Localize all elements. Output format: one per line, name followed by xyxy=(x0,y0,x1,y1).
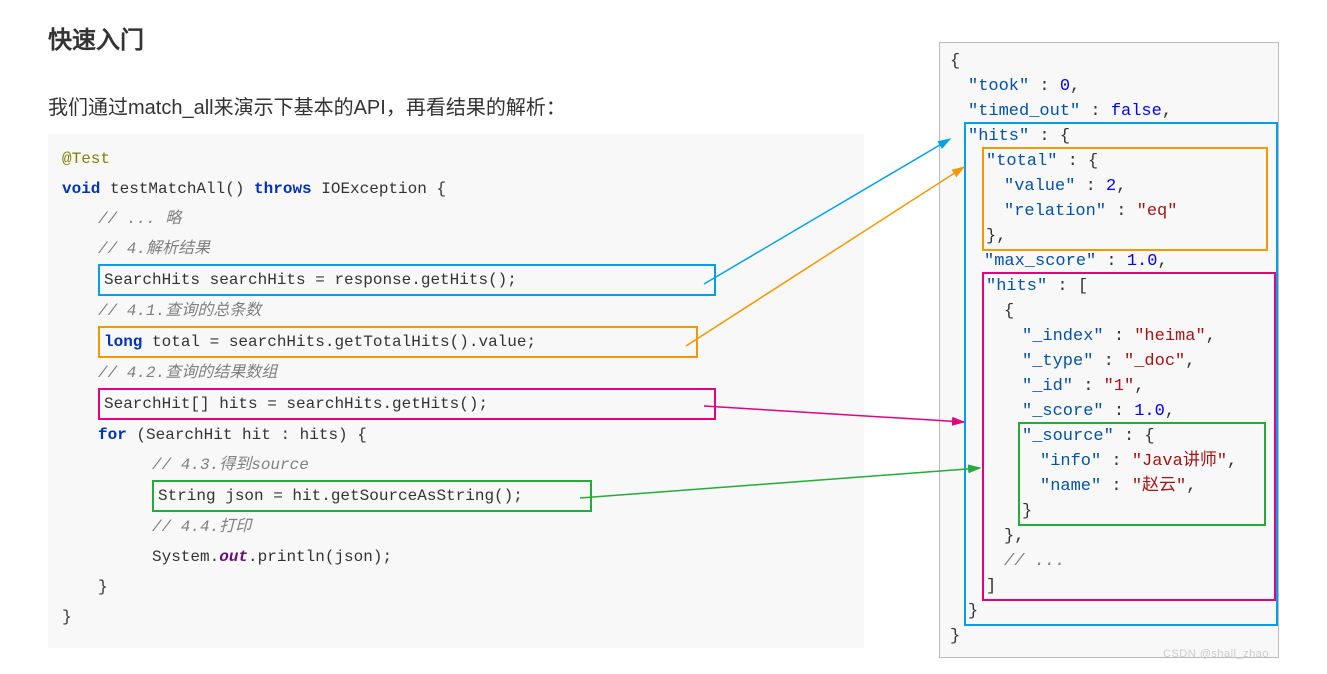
json-score-val: 1.0 xyxy=(1134,402,1165,421)
comment-42: // 4.2.查询的结果数组 xyxy=(98,364,277,382)
line-total: long total = searchHits.getTotalHits().v… xyxy=(98,326,698,358)
json-source-key: "_source" xyxy=(1022,427,1114,446)
rbrace-outer: } xyxy=(62,608,72,626)
comment-43: // 4.3.得到source xyxy=(152,456,309,474)
json-name-val: "赵云" xyxy=(1132,477,1186,496)
comment-44: // 4.4.打印 xyxy=(152,518,251,536)
method-ex: IOException { xyxy=(312,180,446,198)
kw-for: for xyxy=(98,426,127,444)
json-info-val: "Java讲师" xyxy=(1132,452,1227,471)
json-id-key: "_id" xyxy=(1022,377,1073,396)
json-index-key: "_index" xyxy=(1022,327,1104,346)
json-response-block: { "took" : 0, "timed_out" : false, "hits… xyxy=(939,42,1279,658)
line-getsource: String json = hit.getSourceAsString(); xyxy=(152,480,592,512)
annotation-test: @Test xyxy=(62,150,110,168)
json-ellipsis: // ... xyxy=(1004,552,1065,571)
json-index-val: "heima" xyxy=(1134,327,1205,346)
watermark: CSDN @shall_zhao xyxy=(1163,648,1269,660)
json-value-key: "value" xyxy=(1004,177,1075,196)
json-hits-box: "hits" : { "total" : { "value" : 2, "rel… xyxy=(964,122,1278,626)
json-took-key: "took" xyxy=(968,77,1029,96)
json-took-val: 0 xyxy=(1060,77,1070,96)
line-gethits: SearchHits searchHits = response.getHits… xyxy=(98,264,716,296)
comment-41: // 4.1.查询的总条数 xyxy=(98,302,261,320)
json-hitsarr-box: "hits" : [ { "_index" : "heima", "_type"… xyxy=(982,272,1276,601)
json-maxscore-key: "max_score" xyxy=(984,252,1096,271)
json-score-key: "_score" xyxy=(1022,402,1104,421)
diagram-container: @Test void testMatchAll() throws IOExcep… xyxy=(48,134,1279,654)
json-total-box: "total" : { "value" : 2, "relation" : "e… xyxy=(982,147,1268,251)
json-id-val: "1" xyxy=(1104,377,1135,396)
json-hitsarr-key: "hits" xyxy=(986,277,1047,296)
java-code-block: @Test void testMatchAll() throws IOExcep… xyxy=(48,134,864,648)
comment-4: // 4.解析结果 xyxy=(98,240,210,258)
json-type-key: "_type" xyxy=(1022,352,1093,371)
method-name: testMatchAll() xyxy=(100,180,254,198)
json-type-val: "_doc" xyxy=(1124,352,1185,371)
json-close: } xyxy=(950,627,960,646)
json-hits-key: "hits" xyxy=(968,127,1029,146)
json-source-box: "_source" : { "info" : "Java讲师", "name" … xyxy=(1018,422,1266,526)
json-maxscore-val: 1.0 xyxy=(1127,252,1158,271)
json-total-key: "total" xyxy=(986,152,1057,171)
kw-void: void xyxy=(62,180,100,198)
json-value-val: 2 xyxy=(1106,177,1116,196)
json-timedout-key: "timed_out" xyxy=(968,102,1080,121)
json-open: { xyxy=(950,52,960,71)
comment-ellipsis: // ... 略 xyxy=(98,210,181,228)
print-post: .println(json); xyxy=(248,548,392,566)
json-info-key: "info" xyxy=(1040,452,1101,471)
print-out: out xyxy=(219,548,248,566)
line-hitsarr: SearchHit[] hits = searchHits.getHits(); xyxy=(98,388,716,420)
json-relation-val: "eq" xyxy=(1137,202,1178,221)
json-timedout-val: false xyxy=(1111,102,1162,121)
rbrace-inner: } xyxy=(98,578,108,596)
print-pre: System. xyxy=(152,548,219,566)
json-name-key: "name" xyxy=(1040,477,1101,496)
json-relation-key: "relation" xyxy=(1004,202,1106,221)
for-rest: (SearchHit hit : hits) { xyxy=(127,426,367,444)
kw-throws: throws xyxy=(254,180,312,198)
